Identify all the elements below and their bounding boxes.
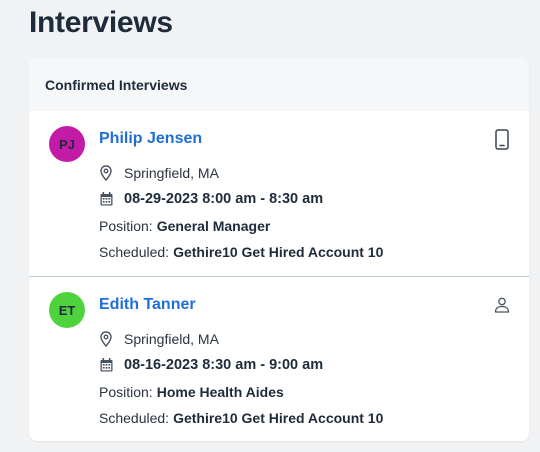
calendar-icon: [99, 191, 113, 207]
location-text: Springfield, MA: [124, 331, 219, 347]
mobile-phone-icon: [494, 128, 510, 150]
datetime-line: 08-29-2023 8:00 am - 8:30 am: [99, 191, 323, 207]
interview-row: ET Edith Tanner Springfield, MA 08-16-20…: [29, 276, 529, 441]
interview-row: PJ Philip Jensen Springfield, MA 08-29-2…: [29, 111, 529, 276]
scheduled-label: Scheduled:: [99, 244, 170, 260]
scheduled-value: Gethire10 Get Hired Account 10: [173, 244, 384, 260]
location-line: Springfield, MA: [99, 331, 219, 347]
map-pin-icon: [99, 165, 113, 181]
map-pin-icon: [99, 331, 113, 347]
position-line: Position: Home Health Aides: [99, 384, 284, 400]
confirmed-interviews-card: Confirmed Interviews PJ Philip Jensen Sp…: [29, 58, 529, 441]
datetime-text: 08-16-2023 8:30 am - 9:00 am: [124, 357, 324, 373]
position-value: Home Health Aides: [156, 384, 284, 400]
scheduled-line: Scheduled: Gethire10 Get Hired Account 1…: [99, 244, 383, 260]
datetime-line: 08-16-2023 8:30 am - 9:00 am: [99, 357, 323, 373]
avatar: PJ: [49, 126, 85, 162]
position-label: Position:: [99, 384, 153, 400]
page-title: Interviews: [29, 6, 173, 39]
position-label: Position:: [99, 218, 153, 234]
location-text: Springfield, MA: [124, 165, 219, 181]
datetime-text: 08-29-2023 8:00 am - 8:30 am: [124, 191, 324, 207]
person-icon: [494, 294, 510, 316]
candidate-name-link[interactable]: Philip Jensen: [99, 130, 202, 148]
avatar: ET: [49, 292, 85, 328]
candidate-name-link[interactable]: Edith Tanner: [99, 296, 196, 314]
position-value: General Manager: [156, 218, 271, 234]
position-line: Position: General Manager: [99, 218, 270, 234]
scheduled-line: Scheduled: Gethire10 Get Hired Account 1…: [99, 410, 383, 426]
location-line: Springfield, MA: [99, 165, 219, 181]
card-header: Confirmed Interviews: [29, 58, 529, 111]
scheduled-value: Gethire10 Get Hired Account 10: [173, 410, 384, 426]
scheduled-label: Scheduled:: [99, 410, 170, 426]
calendar-icon: [99, 357, 113, 373]
